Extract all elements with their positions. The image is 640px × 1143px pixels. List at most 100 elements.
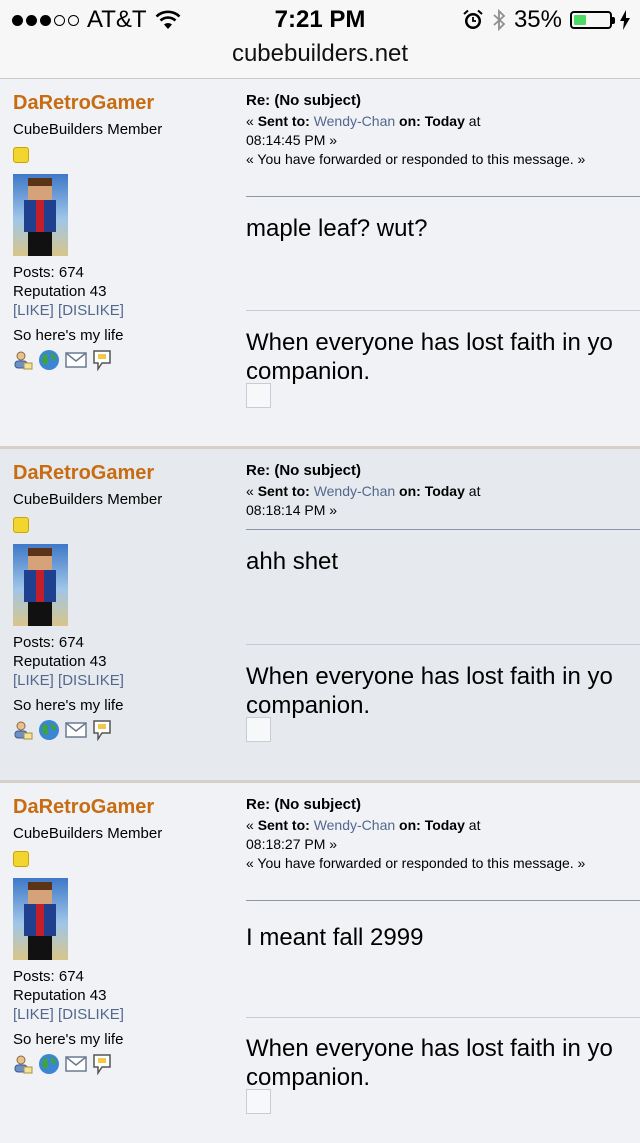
message-subject[interactable]: Re: (No subject) [246,462,361,479]
status-right: 35% [462,6,630,34]
signature-line-2: companion. [246,692,371,719]
signature: When everyone has lost faith in yo compa… [246,662,613,720]
author-stats: Posts: 674 Reputation 43 [LIKE] [DISLIKE… [13,263,124,320]
member-group: CubeBuilders Member [13,491,163,508]
like-link[interactable]: [LIKE] [13,302,54,319]
post-count: Posts: 674 [13,968,84,985]
forward-note: « You have forwarded or responded to thi… [246,151,586,167]
message-post: DaRetroGamer CubeBuilders Member Posts: … [0,79,640,449]
like-link[interactable]: [LIKE] [13,672,54,689]
bluetooth-icon [493,8,506,32]
reputation: Reputation 43 [13,283,107,300]
email-icon[interactable] [65,1056,87,1072]
avatar[interactable] [13,544,68,626]
alarm-icon [463,9,483,29]
address-bar-url[interactable]: cubebuilders.net [0,40,640,68]
meta-quote: « [246,483,258,499]
message-date: Today [424,483,465,499]
rank-star-icon [13,517,29,533]
member-group: CubeBuilders Member [13,121,163,138]
author-name[interactable]: DaRetroGamer [13,462,154,485]
signature-line-1: When everyone has lost faith in yo [246,329,613,356]
at-label: at [468,113,481,129]
like-link[interactable]: [LIKE] [13,1006,54,1023]
avatar[interactable] [13,878,68,960]
reputation: Reputation 43 [13,987,107,1004]
recipient-link[interactable]: Wendy-Chan [314,483,395,499]
message-body: I meant fall 2999 [246,924,424,951]
profile-icon[interactable] [13,350,33,370]
on-label: on: [399,113,421,129]
profile-icons [13,719,112,741]
personal-text: So here's my life [13,327,124,344]
post-count: Posts: 674 [13,264,84,281]
sent-to-label: Sent to: [257,113,310,129]
message-time: 08:18:27 PM » [246,836,338,852]
personal-text: So here's my life [13,1031,124,1048]
message-meta: « Sent to: Wendy-Chan on: Today at 08:18… [246,816,626,873]
author-name[interactable]: DaRetroGamer [13,796,154,819]
signature-divider [246,644,640,645]
signature-line-1: When everyone has lost faith in yo [246,1035,613,1062]
message-subject[interactable]: Re: (No subject) [246,92,361,109]
personal-message-icon[interactable] [92,719,112,741]
message-time: 08:14:45 PM » [246,132,338,148]
battery-percent: 35% [513,6,562,33]
signature: When everyone has lost faith in yo compa… [246,328,613,386]
recipient-link[interactable]: Wendy-Chan [314,817,395,833]
select-checkbox[interactable] [246,383,271,408]
profile-icon[interactable] [13,1054,33,1074]
email-icon[interactable] [65,352,87,368]
reputation: Reputation 43 [13,653,107,670]
website-globe-icon[interactable] [38,1053,60,1075]
on-label: on: [399,817,421,833]
signature-line-2: companion. [246,1064,371,1091]
message-post: DaRetroGamer CubeBuilders Member Posts: … [0,783,640,1143]
on-label: on: [399,483,421,499]
website-globe-icon[interactable] [38,719,60,741]
website-globe-icon[interactable] [38,349,60,371]
message-date: Today [424,817,465,833]
select-checkbox[interactable] [246,717,271,742]
message-time: 08:18:14 PM » [246,502,338,518]
personal-message-icon[interactable] [92,349,112,371]
forward-note: « You have forwarded or responded to thi… [246,855,586,871]
header-divider [246,529,640,530]
signature-line-1: When everyone has lost faith in yo [246,663,613,690]
message-body: ahh shet [246,548,339,575]
dislike-link[interactable]: [DISLIKE] [58,302,124,319]
email-icon[interactable] [65,722,87,738]
meta-quote: « [246,113,258,129]
member-group: CubeBuilders Member [13,825,163,842]
recipient-link[interactable]: Wendy-Chan [314,113,395,129]
message-post: DaRetroGamer CubeBuilders Member Posts: … [0,449,640,783]
signature-divider [246,1017,640,1018]
sent-to-label: Sent to: [257,483,310,499]
battery-icon [570,11,615,29]
dislike-link[interactable]: [DISLIKE] [58,672,124,689]
select-checkbox[interactable] [246,1089,271,1114]
message-meta: « Sent to: Wendy-Chan on: Today at 08:18… [246,482,626,520]
sent-to-label: Sent to: [257,817,310,833]
header-divider [246,900,640,901]
author-stats: Posts: 674 Reputation 43 [LIKE] [DISLIKE… [13,967,124,1024]
message-date: Today [424,113,465,129]
message-subject[interactable]: Re: (No subject) [246,796,361,813]
profile-icons [13,1053,112,1075]
dislike-link[interactable]: [DISLIKE] [58,1006,124,1023]
message-meta: « Sent to: Wendy-Chan on: Today at 08:14… [246,112,626,169]
status-bar: AT&T 7:21 PM 35% cubebuilders.net [0,0,640,79]
profile-icon[interactable] [13,720,33,740]
message-body: maple leaf? wut? [246,215,428,242]
rank-star-icon [13,851,29,867]
at-label: at [468,817,481,833]
at-label: at [468,483,481,499]
personal-message-icon[interactable] [92,1053,112,1075]
avatar[interactable] [13,174,68,256]
author-name[interactable]: DaRetroGamer [13,92,154,115]
charging-icon [620,10,630,30]
signature-line-2: companion. [246,358,371,385]
profile-icons [13,349,112,371]
rank-star-icon [13,147,29,163]
meta-quote: « [246,817,258,833]
